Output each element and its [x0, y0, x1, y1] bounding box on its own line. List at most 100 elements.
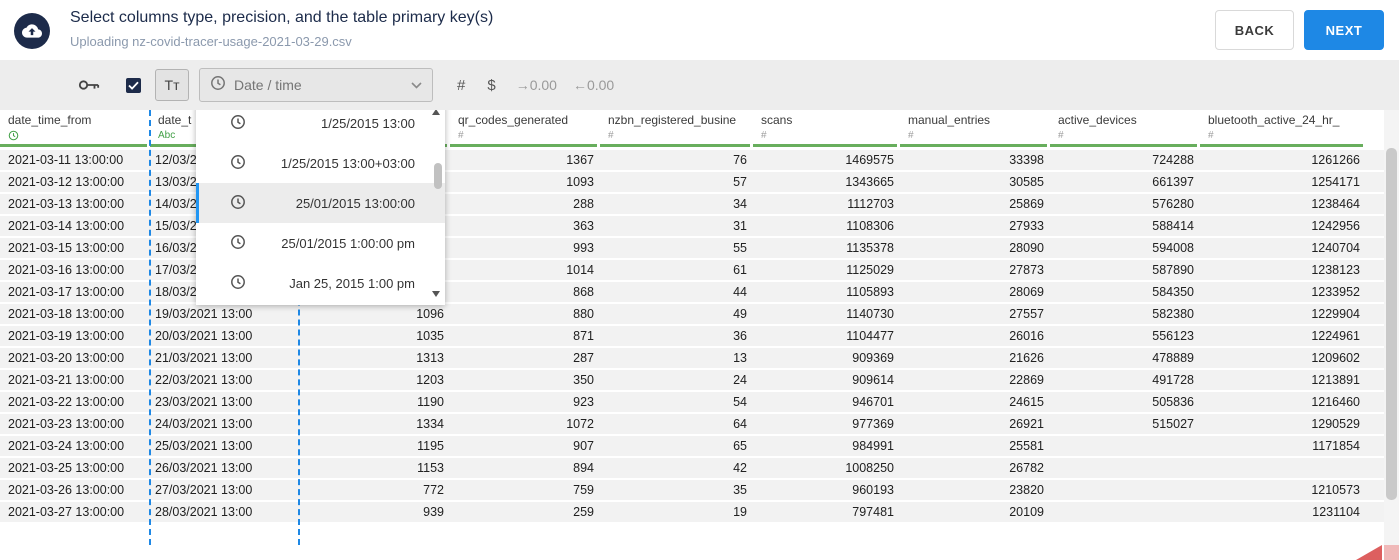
table-cell: 661397 — [1152, 175, 1194, 189]
table-cell: 556123 — [1152, 329, 1194, 343]
increase-precision-button[interactable]: →0.00 — [516, 77, 557, 93]
table-cell: 26/03/2021 13:00 — [155, 461, 253, 475]
text-type-button[interactable]: Tт — [155, 69, 189, 101]
table-cell: 909369 — [852, 351, 894, 365]
table-cell: 2021-03-23 13:00:00 — [8, 417, 125, 431]
datetime-format-menu: 1/25/2015 13:00 1/25/2015 13:00+03:00 25/0… — [196, 103, 445, 305]
column-header-nzbn_registered_busine[interactable]: nzbn_registered_busine # — [600, 110, 753, 150]
primary-key-icon[interactable] — [78, 78, 100, 92]
table-cell: 1105893 — [846, 285, 894, 299]
datetime-type-dropdown[interactable]: Date / time — [199, 68, 433, 102]
back-button[interactable]: BACK — [1215, 10, 1294, 50]
format-option-label: Jan 25, 2015 1:00 pm — [289, 275, 415, 291]
table-cell: 19 — [733, 505, 747, 519]
table-cell: 1112703 — [847, 197, 894, 211]
table-cell: 25581 — [1009, 439, 1044, 453]
menu-scrollbar-thumb[interactable] — [434, 163, 442, 189]
menu-scroll-down-icon[interactable] — [432, 291, 440, 297]
table-cell — [1050, 480, 1200, 500]
table-cell: 946701 — [852, 395, 894, 409]
primary-key-checkbox[interactable] — [126, 77, 141, 93]
column-name: nzbn_registered_busine — [608, 113, 737, 127]
column-header-qr_codes_generated[interactable]: qr_codes_generated # — [450, 110, 600, 150]
datetime-format-option[interactable]: 1/25/2015 13:00+03:00 — [196, 143, 445, 183]
table-cell: 26016 — [1009, 329, 1044, 343]
table-row: 2021-03-18 13:00:00 19/03/2021 13:00 1096 8… — [0, 304, 1384, 324]
column-type-label: # — [761, 130, 767, 141]
column-name: bluetooth_active_24_hr_ — [1208, 113, 1340, 127]
column-quality-bar — [753, 144, 897, 147]
table-cell — [1050, 502, 1200, 522]
table-cell: 868 — [573, 285, 594, 299]
clock-icon — [230, 154, 246, 173]
scrollbar-corner — [1384, 545, 1399, 560]
table-cell: 44 — [733, 285, 747, 299]
format-option-label: 1/25/2015 13:00 — [321, 115, 415, 131]
table-cell: 27933 — [1009, 219, 1044, 233]
table-cell: 2021-03-21 13:00:00 — [8, 373, 125, 387]
table-cell: 31 — [733, 219, 747, 233]
table-cell: 22/03/2021 13:00 — [155, 373, 253, 387]
datetime-format-options: 1/25/2015 13:00 1/25/2015 13:00+03:00 25/0… — [196, 103, 445, 303]
table-cell: 24/03/2021 13:00 — [155, 417, 253, 431]
table-cell — [1050, 458, 1200, 478]
datetime-format-option[interactable]: 25/01/2015 1:00:00 pm — [196, 223, 445, 263]
table-cell: 894 — [573, 461, 594, 475]
table-cell: 1242956 — [1311, 219, 1360, 233]
decrease-precision-button[interactable]: ←0.00 — [573, 77, 614, 93]
number-type-button[interactable]: # — [457, 77, 465, 94]
vertical-scrollbar-thumb[interactable] — [1386, 148, 1397, 500]
table-cell: 588414 — [1152, 219, 1194, 233]
table-cell: 34 — [733, 197, 747, 211]
datetime-format-option[interactable]: 25/01/2015 13:00:00 — [196, 183, 445, 223]
table-cell — [1050, 436, 1200, 456]
table-cell: 2021-03-27 13:00:00 — [8, 505, 125, 519]
column-header-scans[interactable]: scans # — [753, 110, 900, 150]
table-cell: 2021-03-13 13:00:00 — [8, 197, 125, 211]
next-button[interactable]: NEXT — [1304, 10, 1384, 50]
datetime-type-value: Date / time — [234, 77, 302, 93]
upload-filename-subtitle: Uploading nz-covid-tracer-usage-2021-03-… — [70, 34, 352, 49]
table-cell: 61 — [733, 263, 747, 277]
table-cell: 1125029 — [846, 263, 894, 277]
table-cell: 1216460 — [1311, 395, 1360, 409]
column-header-manual_entries[interactable]: manual_entries # — [900, 110, 1050, 150]
table-cell: 27557 — [1009, 307, 1044, 321]
table-cell: 27873 — [1009, 263, 1044, 277]
table-cell: 30585 — [1009, 175, 1044, 189]
table-cell: 993 — [573, 241, 594, 255]
table-cell: 19/03/2021 13:00 — [155, 307, 253, 321]
table-cell: 24 — [733, 373, 747, 387]
table-cell: 1153 — [417, 461, 444, 475]
currency-type-button[interactable]: $ — [487, 77, 495, 94]
page-title: Select columns type, precision, and the … — [70, 9, 494, 26]
table-cell: 1008250 — [845, 461, 894, 475]
table-cell: 960193 — [852, 483, 894, 497]
table-cell: 515027 — [1152, 417, 1194, 431]
table-cell: 880 — [573, 307, 594, 321]
table-cell: 1313 — [416, 351, 444, 365]
table-cell: 1213891 — [1311, 373, 1360, 387]
column-quality-bar — [600, 144, 750, 147]
table-cell: 1210573 — [1311, 483, 1360, 497]
table-cell: 1367 — [566, 153, 594, 167]
vertical-scrollbar[interactable] — [1384, 110, 1399, 545]
table-cell: 2021-03-12 13:00:00 — [8, 175, 125, 189]
table-cell: 64 — [733, 417, 747, 431]
table-cell: 907 — [573, 439, 594, 453]
table-cell: 42 — [733, 461, 747, 475]
table-cell: 1072 — [566, 417, 594, 431]
column-type-label: # — [908, 130, 914, 141]
column-type-label: # — [608, 130, 614, 141]
table-cell: 1171854 — [1312, 439, 1360, 453]
table-cell: 1104477 — [846, 329, 894, 343]
column-header-bluetooth_active_24_hr_[interactable]: bluetooth_active_24_hr_ # — [1200, 110, 1366, 150]
table-cell: 2021-03-17 13:00:00 — [8, 285, 125, 299]
column-header-active_devices[interactable]: active_devices # — [1050, 110, 1200, 150]
datetime-format-option[interactable]: Jan 25, 2015 1:00 pm — [196, 263, 445, 303]
table-row: 2021-03-24 13:00:00 25/03/2021 13:00 1195 9… — [0, 436, 1384, 456]
column-header-date_time_from[interactable]: date_time_from — [0, 110, 150, 150]
column-name: date_time_from — [8, 113, 92, 127]
table-row: 2021-03-26 13:00:00 27/03/2021 13:00 772 75… — [0, 480, 1384, 500]
table-cell: 1096 — [416, 307, 444, 321]
